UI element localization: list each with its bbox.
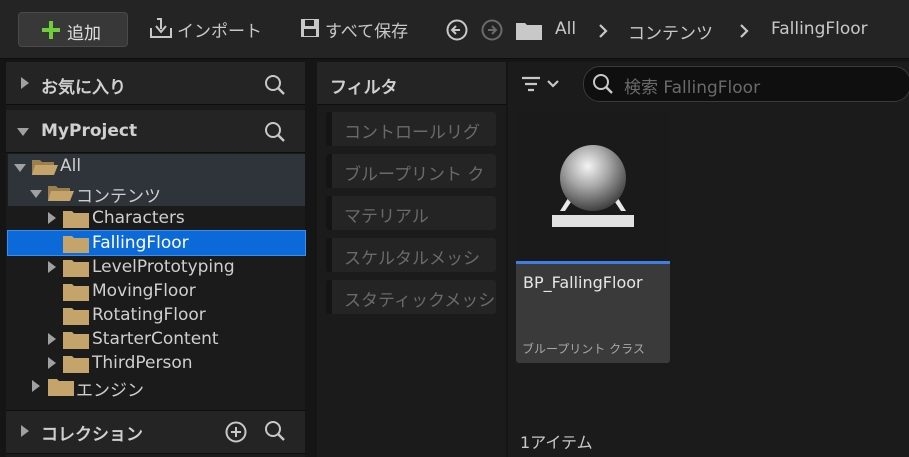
tree-row-fallingfloor[interactable]: FallingFloor [7,230,306,256]
filters-title: フィルタ [330,78,398,98]
tree-row-thirdperson[interactable]: ThirdPerson [8,351,305,375]
tree-row-characters[interactable]: Characters [8,206,305,230]
filter-item-control-rig[interactable]: コントロールリグ [326,112,496,146]
item-count: 1アイテム [520,433,593,452]
collapsed-arrow-icon[interactable] [48,261,56,273]
tree-row-rotatingfloor[interactable]: RotatingFloor [8,303,305,327]
filter-item-label: ブループリント ク [344,165,485,185]
add-button-label: 追加 [67,24,101,44]
search-icon[interactable] [264,420,286,442]
tree-label-rotatingfloor: RotatingFloor [92,305,206,325]
folder-icon [516,20,542,40]
tree-row-movingfloor[interactable]: MovingFloor [8,279,305,303]
filter-item-label: スタティックメッシ [344,291,496,311]
folder-icon [63,331,89,349]
collapsed-arrow-icon[interactable] [20,424,30,438]
folder-icon [63,283,89,301]
breadcrumb-item-content[interactable]: コンテンツ [628,19,713,44]
blueprint-sphere-icon [552,145,634,227]
open-folder-icon [32,158,58,176]
search-input[interactable]: 検索 FallingFloor [583,66,909,102]
save-all-button[interactable]: すべて保存 [325,17,408,42]
filter-list: コントロールリグ ブループリント ク マテリアル スケルタルメッシ スタティック… [317,112,506,314]
asset-type-color-bar [516,261,670,264]
filter-item-skeletal-mesh[interactable]: スケルタルメッシ [326,238,496,272]
filter-item-static-mesh[interactable]: スタティックメッシ [326,280,496,314]
add-button[interactable]: 追加 [18,12,128,47]
tree-row-content[interactable]: コンテンツ [8,180,305,207]
forward-icon[interactable] [481,19,503,41]
tree-label-fallingfloor: FallingFloor [92,233,189,253]
asset-tile[interactable]: BP_FallingFloor ブループリント クラス [516,111,670,363]
folder-icon [63,210,89,228]
collections-title: コレクション [41,425,143,445]
breadcrumb-item-fallingfloor[interactable]: FallingFloor [771,19,868,39]
collapsed-arrow-icon[interactable] [48,357,56,369]
filter-item-label: コントロールリグ [344,123,480,143]
tree-label-engine: エンジン [76,381,144,401]
tree-label-movingfloor: MovingFloor [92,281,196,301]
filter-menu-icon[interactable] [521,74,563,94]
filter-color-bar [326,196,332,230]
tree-label-content: コンテンツ [76,187,161,207]
tree-row-levelprototyping[interactable]: LevelPrototyping [8,255,305,279]
folder-icon [63,235,89,253]
folder-tree: All コンテンツ Characters FallingFloor LevelP… [6,154,306,404]
filter-item-label: マテリアル [344,207,429,227]
collapsed-arrow-icon[interactable] [48,333,56,345]
filter-item-material[interactable]: マテリアル [326,196,496,230]
plus-icon [41,20,61,40]
breadcrumb-item-all[interactable]: All [555,19,576,39]
tree-label-thirdperson: ThirdPerson [92,353,193,373]
open-folder-icon [48,184,74,202]
filter-color-bar [326,154,332,188]
expanded-arrow-icon[interactable] [14,164,26,172]
search-icon [592,73,614,95]
expanded-arrow-icon[interactable] [16,127,30,137]
search-icon[interactable] [264,74,286,96]
import-button[interactable]: インポート [177,17,262,42]
filter-color-bar [326,280,332,314]
tree-label-characters: Characters [92,208,185,228]
search-icon[interactable] [264,121,286,143]
folder-icon [63,355,89,373]
import-icon[interactable] [149,15,175,41]
favorites-title: お気に入り [41,78,126,98]
filter-item-label: スケルタルメッシ [344,249,480,269]
expanded-arrow-icon[interactable] [30,190,42,198]
filter-color-bar [326,238,332,272]
add-circle-icon[interactable] [224,420,248,444]
tree-row-engine[interactable]: エンジン [8,374,305,401]
tree-label-levelprototyping: LevelPrototyping [92,257,235,277]
chevron-right-icon [598,24,608,38]
collapsed-arrow-icon[interactable] [48,212,56,224]
tree-label-startercontent: StarterContent [92,329,219,349]
filter-color-bar [326,112,332,146]
filter-item-blueprint-class[interactable]: ブループリント ク [326,154,496,188]
chevron-right-icon [739,24,749,38]
back-icon[interactable] [446,19,468,41]
project-title: MyProject [41,121,138,141]
folder-icon [63,259,89,277]
tree-label-all: All [60,156,82,176]
asset-name: BP_FallingFloor [523,273,643,292]
save-icon[interactable] [300,18,320,38]
asset-thumbnail [516,111,670,261]
tree-row-startercontent[interactable]: StarterContent [8,327,305,351]
folder-icon [63,307,89,325]
asset-type: ブループリント クラス [522,342,645,356]
folder-icon [48,378,74,396]
collapsed-arrow-icon[interactable] [32,380,40,392]
collapsed-arrow-icon[interactable] [20,76,30,90]
search-placeholder: 検索 FallingFloor [624,78,761,98]
